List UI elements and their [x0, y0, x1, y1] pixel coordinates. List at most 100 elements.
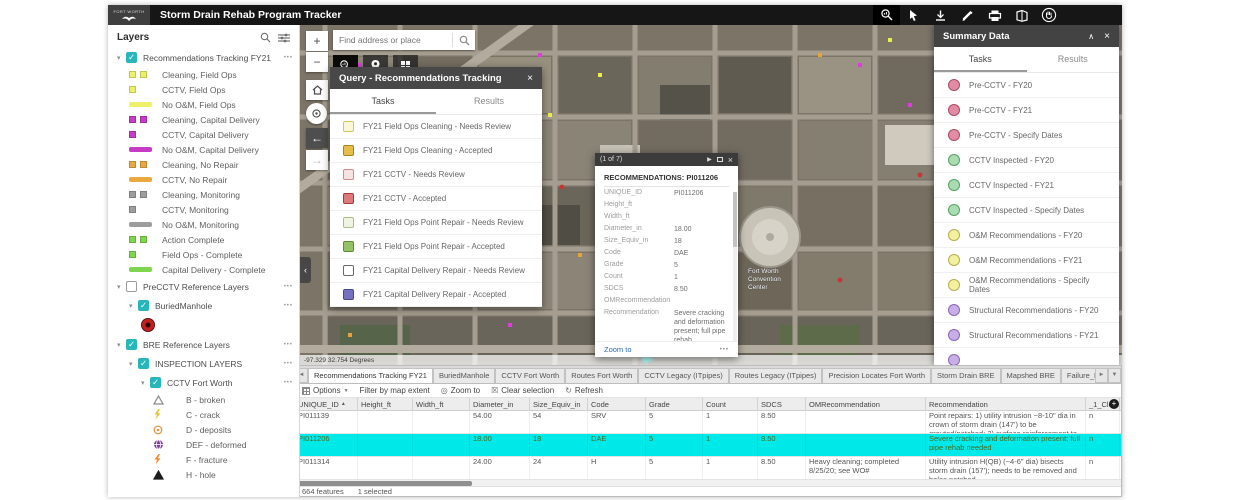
layer-options-icon[interactable] [278, 33, 290, 43]
query-tab-tasks[interactable]: Tasks [330, 89, 436, 114]
layer-menu-icon[interactable]: ••• [284, 303, 293, 309]
sidebar-collapse-handle[interactable]: ‹ [300, 257, 311, 283]
scrollbar-thumb[interactable] [300, 481, 472, 486]
expand-icon[interactable]: ▾ [129, 360, 138, 368]
layer-search-icon[interactable] [260, 32, 271, 43]
query-tool-button[interactable] [873, 5, 900, 25]
table-tab[interactable]: Routes Legacy (ITpipes) [729, 368, 823, 383]
summary-task-item[interactable]: Pre-CCTV - FY21 [934, 98, 1119, 123]
column-header-sdcs[interactable]: SDCS [758, 398, 806, 410]
summary-task-item[interactable]: O&M Recommendations - FY21 [934, 248, 1119, 273]
column-header-grade[interactable]: Grade [646, 398, 703, 410]
query-task-item[interactable]: FY21 Field Ops Point Repair - Accepted [330, 235, 542, 259]
column-header-count[interactable]: Count [703, 398, 758, 410]
tabs-scroll-left-button[interactable]: ◄ [300, 368, 308, 383]
popup-next-icon[interactable]: ▶ [707, 156, 712, 163]
refresh-button[interactable]: ↻Refresh [565, 386, 603, 395]
legend-item[interactable]: CCTV, Field Ops [108, 82, 299, 97]
legend-item[interactable]: CCTV, Monitoring [108, 202, 299, 217]
summary-task-item[interactable]: Structural Recommendations - FY21 [934, 323, 1119, 348]
column-header-code[interactable]: Code [588, 398, 646, 410]
legend-item[interactable]: CCTV, Capital Delivery [108, 127, 299, 142]
column-header-recommendation[interactable]: Recommendation [926, 398, 1086, 410]
summary-titlebar[interactable]: Summary Data ∧ × [934, 25, 1119, 47]
column-header-size_equiv_in[interactable]: Size_Equiv_in [530, 398, 588, 410]
address-search-input[interactable] [333, 35, 452, 45]
table-tab[interactable]: Storm Drain BRE [931, 368, 1001, 383]
next-extent-button[interactable]: → [306, 150, 328, 170]
layer-checkbox[interactable]: ✓ [138, 358, 149, 369]
summary-tab-tasks[interactable]: Tasks [934, 47, 1027, 72]
layer-group-item[interactable]: ▾✓CCTV Fort Worth••• [108, 373, 299, 392]
locate-button[interactable] [306, 103, 327, 124]
zoom-in-button[interactable]: + [306, 31, 328, 51]
legend-item[interactable]: H - hole [108, 467, 299, 482]
query-task-item[interactable]: FY21 Capital Delivery Repair - Needs Rev… [330, 259, 542, 283]
layer-menu-icon[interactable]: ••• [284, 361, 293, 367]
legend-item[interactable]: Field Ops - Complete [108, 247, 299, 262]
column-header-height_ft[interactable]: Height_ft [358, 398, 413, 410]
column-header-width_ft[interactable]: Width_ft [413, 398, 470, 410]
expand-icon[interactable]: ▾ [117, 54, 126, 62]
popup-close-icon[interactable]: × [728, 155, 733, 165]
legend-item[interactable]: No O&M, Field Ops [108, 97, 299, 112]
options-menu-button[interactable]: Options▼ [302, 386, 349, 395]
summary-task-item[interactable]: Pre-CCTV - FY20 [934, 73, 1119, 98]
download-tool-button[interactable] [927, 5, 954, 25]
summary-task-item[interactable]: O&M Recommendations - FY20 [934, 223, 1119, 248]
layer-menu-icon[interactable]: ••• [284, 342, 293, 348]
measure-tool-button[interactable] [954, 5, 981, 25]
query-tab-results[interactable]: Results [436, 89, 542, 114]
query-task-item[interactable]: FY21 CCTV - Needs Review [330, 163, 542, 187]
expand-icon[interactable]: ▾ [117, 341, 126, 349]
table-row[interactable]: PI01131424.0024H518.50Heavy cleaning; co… [300, 457, 1121, 480]
legend-item[interactable]: D - deposits [108, 422, 299, 437]
table-tab[interactable]: Routes Fort Worth [565, 368, 638, 383]
layer-group-item[interactable]: ▾✓INSPECTION LAYERS••• [108, 354, 299, 373]
legend-item[interactable]: DEF - deformed [108, 437, 299, 452]
query-task-item[interactable]: FY21 CCTV - Accepted [330, 187, 542, 211]
query-task-item[interactable]: FY21 Field Ops Cleaning - Needs Review [330, 115, 542, 139]
summary-task-item[interactable]: CCTV Inspected - FY20 [934, 148, 1119, 173]
legend-item[interactable]: F - fracture [108, 452, 299, 467]
popup-maximize-icon[interactable] [717, 157, 723, 162]
legend-item[interactable]: Capital Delivery - Complete [108, 262, 299, 277]
legend-item[interactable]: Action Complete [108, 232, 299, 247]
table-tab[interactable]: Recommendations Tracking FY21 [308, 368, 433, 383]
layer-menu-icon[interactable]: ••• [284, 380, 293, 386]
home-button[interactable] [306, 80, 328, 100]
select-tool-button[interactable] [900, 5, 927, 25]
table-row[interactable]: PI01120618.0018DAE518.50Severe cracking … [300, 434, 1121, 457]
summary-task-item[interactable] [934, 348, 1119, 365]
table-tab[interactable]: CCTV Fort Worth [495, 368, 565, 383]
search-button[interactable] [453, 35, 475, 46]
layer-checkbox[interactable]: ✓ [150, 377, 161, 388]
legend-item[interactable]: B - broken [108, 392, 299, 407]
expand-icon[interactable]: ▾ [141, 379, 150, 387]
summary-task-item[interactable]: Structural Recommendations - FY20 [934, 298, 1119, 323]
zoom-to-link[interactable]: Zoom to [604, 345, 632, 354]
popup-more-icon[interactable]: ••• [720, 347, 729, 353]
expand-icon[interactable]: ▾ [129, 302, 138, 310]
popup-header[interactable]: (1 of 7) ▶ × [595, 153, 738, 166]
clear-selection-button[interactable]: ☒Clear selection [491, 386, 554, 395]
summary-task-item[interactable]: O&M Recommendations - Specify Dates [934, 273, 1119, 298]
layer-group-item[interactable]: ▾✓Recommendations Tracking FY21••• [108, 48, 299, 67]
pan-tool-button[interactable] [1035, 5, 1062, 25]
query-task-item[interactable]: FY21 Capital Delivery Repair - Accepted [330, 283, 542, 307]
layer-checkbox[interactable]: ✓ [126, 339, 137, 350]
table-tab[interactable]: Mapshed BRE [1001, 368, 1061, 383]
legend-item[interactable]: Cleaning, Field Ops [108, 67, 299, 82]
legend-item[interactable]: CCTV, No Repair [108, 172, 299, 187]
layer-menu-icon[interactable]: ••• [284, 284, 293, 290]
tabs-dropdown-button[interactable]: ▼ [1108, 368, 1121, 383]
popup-scrollbar[interactable] [733, 192, 737, 342]
summary-task-item[interactable]: CCTV Inspected - FY21 [934, 173, 1119, 198]
zoom-to-button[interactable]: ◎Zoom to [441, 386, 480, 395]
legend-item[interactable] [108, 315, 299, 335]
tabs-scroll-right-button[interactable]: ► [1095, 368, 1108, 383]
summary-tab-results[interactable]: Results [1027, 47, 1120, 72]
layer-checkbox[interactable]: ✓ [138, 300, 149, 311]
table-row[interactable]: PI01113954.0054SRV518.50Point repairs: 1… [300, 411, 1121, 434]
layer-menu-icon[interactable]: ••• [284, 55, 293, 61]
